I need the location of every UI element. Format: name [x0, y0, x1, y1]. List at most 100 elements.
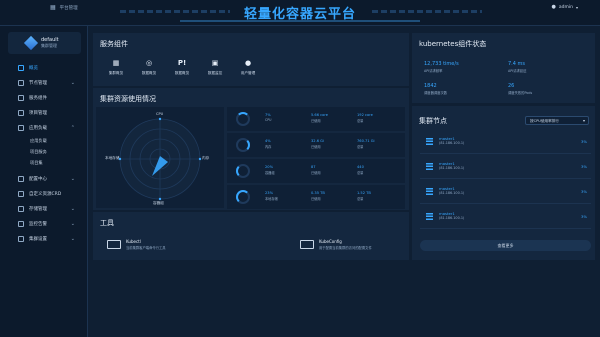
monitoring-icon: [18, 220, 24, 227]
sidebar-item-overview[interactable]: 概览: [0, 60, 87, 75]
chevron-down-icon: ⌄: [70, 175, 75, 182]
sidebar-item-monitoring[interactable]: 监控告警 ⌄: [0, 216, 87, 231]
sidebar-item-label: 概览: [29, 65, 38, 71]
sidebar-item-crd[interactable]: 自定义资源CRD: [0, 186, 87, 201]
services-panel: 服务组件 ▦ 集群概览 ◎ 数据概览 P! 数据概览 ▣ 数据监控 ● 用户管理: [93, 33, 409, 86]
k8s-api-latency: 7.4 ms API请求延迟: [508, 61, 590, 77]
crd-icon: [18, 190, 24, 197]
workloads-icon: [18, 124, 24, 131]
nodes-icon: [18, 79, 24, 86]
k8s-label: 调度失败的Pods: [508, 91, 533, 95]
user-menu[interactable]: ● admin ▾: [552, 4, 579, 10]
sidebar-item-nodes[interactable]: 节点管理 ⌄: [0, 75, 87, 90]
memory-used: 32.6 Gi: [311, 139, 324, 143]
sidebar-item-config[interactable]: 配置中心 ⌄: [0, 171, 87, 186]
sidebar-item-cluster-settings[interactable]: 集群设置 ⌄: [0, 231, 87, 246]
view-more-button[interactable]: 查看更多: [420, 240, 591, 251]
tool-kubectl[interactable]: Kubectl 当前集群客户端命令行工具: [107, 239, 166, 250]
service-label: 用户管理: [240, 71, 256, 75]
node-usage: 3%: [580, 189, 587, 194]
node-row[interactable]: master1 (81.186.100.1) 3%: [420, 132, 591, 154]
usage-ring: [236, 164, 250, 178]
service-data-monitoring[interactable]: ▣ 数据监控: [202, 57, 228, 76]
service-label: 数据概览: [141, 71, 157, 75]
service-cluster-overview[interactable]: ▦ 集群概览: [103, 57, 129, 76]
service-data-overview[interactable]: ◎ 数据概览: [136, 57, 162, 76]
cpu-used: 5.66 core: [311, 113, 328, 117]
node-usage: 3%: [580, 214, 587, 219]
cluster-nodes-panel: 集群节点 按CPU使用率排行 ▾ master1 (81.186.100.1) …: [412, 106, 595, 260]
storage-total-label: 总量: [357, 197, 364, 201]
memory-pct: 4%: [265, 139, 271, 143]
radar-label-cpu: CPU: [156, 112, 164, 116]
service-label: 集群概览: [108, 71, 124, 75]
sidebar-subitem-project-sets[interactable]: 项目集: [0, 157, 87, 168]
node-row[interactable]: master1 (81.186.100.1) 3%: [420, 207, 591, 229]
sidebar-item-label: 集群设置: [29, 236, 47, 242]
storage-icon: [18, 205, 24, 212]
cpu-pct-label: CPU: [265, 118, 272, 122]
service-data-overview-2[interactable]: P! 数据概览: [169, 57, 195, 76]
title-underline: [180, 20, 420, 22]
chevron-down-icon: ▾: [575, 4, 578, 10]
overview-icon: [18, 64, 24, 71]
usage-title: 集群资源使用情况: [100, 95, 156, 103]
k8s-label: API请求延迟: [508, 69, 527, 73]
sidebar-subitem-workloads[interactable]: 应用负载: [0, 135, 87, 146]
node-sort-value: 按CPU使用率排行: [530, 119, 559, 123]
sidebar-subitem-project-services[interactable]: 项目服务: [0, 146, 87, 157]
storage-pct: 23%: [265, 191, 273, 195]
sidebar-item-label: 项目管理: [29, 110, 47, 116]
sidebar-item-workloads[interactable]: 应用负载 ⌃: [0, 120, 87, 135]
k8s-status-panel: kubernetes组件状态 12,733 time/s API请求频率 7.4…: [412, 33, 595, 103]
tool-name: KubeConfig: [319, 239, 342, 244]
tools-panel: 工具 Kubectl 当前集群客户端命令行工具 KubeConfig 用于配置当…: [93, 212, 409, 260]
cpu-total-label: 总量: [357, 119, 364, 123]
pods-used: 87: [311, 165, 316, 169]
node-row[interactable]: master1 (81.186.100.1) 3%: [420, 157, 591, 179]
settings-icon: [18, 235, 24, 242]
chevron-down-icon: ⌄: [70, 79, 75, 86]
pods-total: 440: [357, 165, 364, 169]
workspace-selector[interactable]: default 集群管理: [8, 32, 81, 54]
node-usage: 3%: [580, 139, 587, 144]
server-icon: ▦: [112, 58, 120, 67]
sidebar-item-label: 自定义资源CRD: [29, 191, 62, 197]
cpu-used-label: 已使用: [311, 119, 321, 123]
sidebar-item-label: 服务组件: [29, 95, 47, 101]
sidebar-item-services[interactable]: 服务组件: [0, 90, 87, 105]
sidebar-item-projects[interactable]: 项目管理: [0, 105, 87, 120]
node-ip: (81.186.100.1): [439, 141, 465, 145]
chevron-down-icon: ⌄: [70, 220, 75, 227]
user-name: admin: [558, 4, 573, 10]
services-icon: [18, 94, 24, 101]
radar-label-storage: 本地存储: [105, 156, 120, 160]
k8s-label: API请求频率: [424, 69, 443, 73]
service-label: 数据概览: [174, 71, 190, 75]
top-header: ▦ 平台管理 轻量化容器云平台 ● admin ▾: [0, 0, 600, 26]
service-user-management[interactable]: ● 用户管理: [235, 57, 261, 76]
memory-total: 760.71 Gi: [357, 139, 375, 143]
sidebar: default 集群管理 概览 节点管理 ⌄ 服务组件 项目管理 应用负载 ⌃ 应用…: [0, 26, 88, 337]
cube-icon: [23, 35, 39, 51]
tool-desc: 用于配置当前集群的访问的配置文件: [319, 246, 372, 250]
tool-kubeconfig[interactable]: KubeConfig 用于配置当前集群的访问的配置文件: [300, 239, 372, 250]
workspace-subtitle: 集群管理: [41, 43, 57, 48]
server-icon: [426, 163, 433, 170]
cluster-usage-panel: 集群资源使用情况 CPU 本地存储 内存 容器组 7% CPU 5.66 core…: [93, 88, 409, 210]
chrome-icon: ◎: [145, 58, 153, 67]
chevron-down-icon: ⌄: [70, 205, 75, 212]
node-sort-select[interactable]: 按CPU使用率排行 ▾: [525, 116, 589, 125]
user-icon: ●: [551, 4, 556, 10]
service-label: 数据监控: [207, 71, 223, 75]
k8s-label: 调度器调度次数: [424, 91, 448, 95]
sidebar-item-label: 监控告警: [29, 221, 47, 227]
sidebar-item-storage[interactable]: 存储管理 ⌄: [0, 201, 87, 216]
usage-ring: [236, 190, 250, 204]
server-icon: [426, 138, 433, 145]
node-row[interactable]: master1 (81.186.100.1) 3%: [420, 182, 591, 204]
radar-chart: CPU 本地存储 内存 容器组: [96, 107, 224, 208]
tool-desc: 当前集群客户端命令行工具: [126, 246, 166, 250]
radar-label-pods: 容器组: [153, 201, 164, 205]
tool-name: Kubectl: [126, 239, 141, 244]
